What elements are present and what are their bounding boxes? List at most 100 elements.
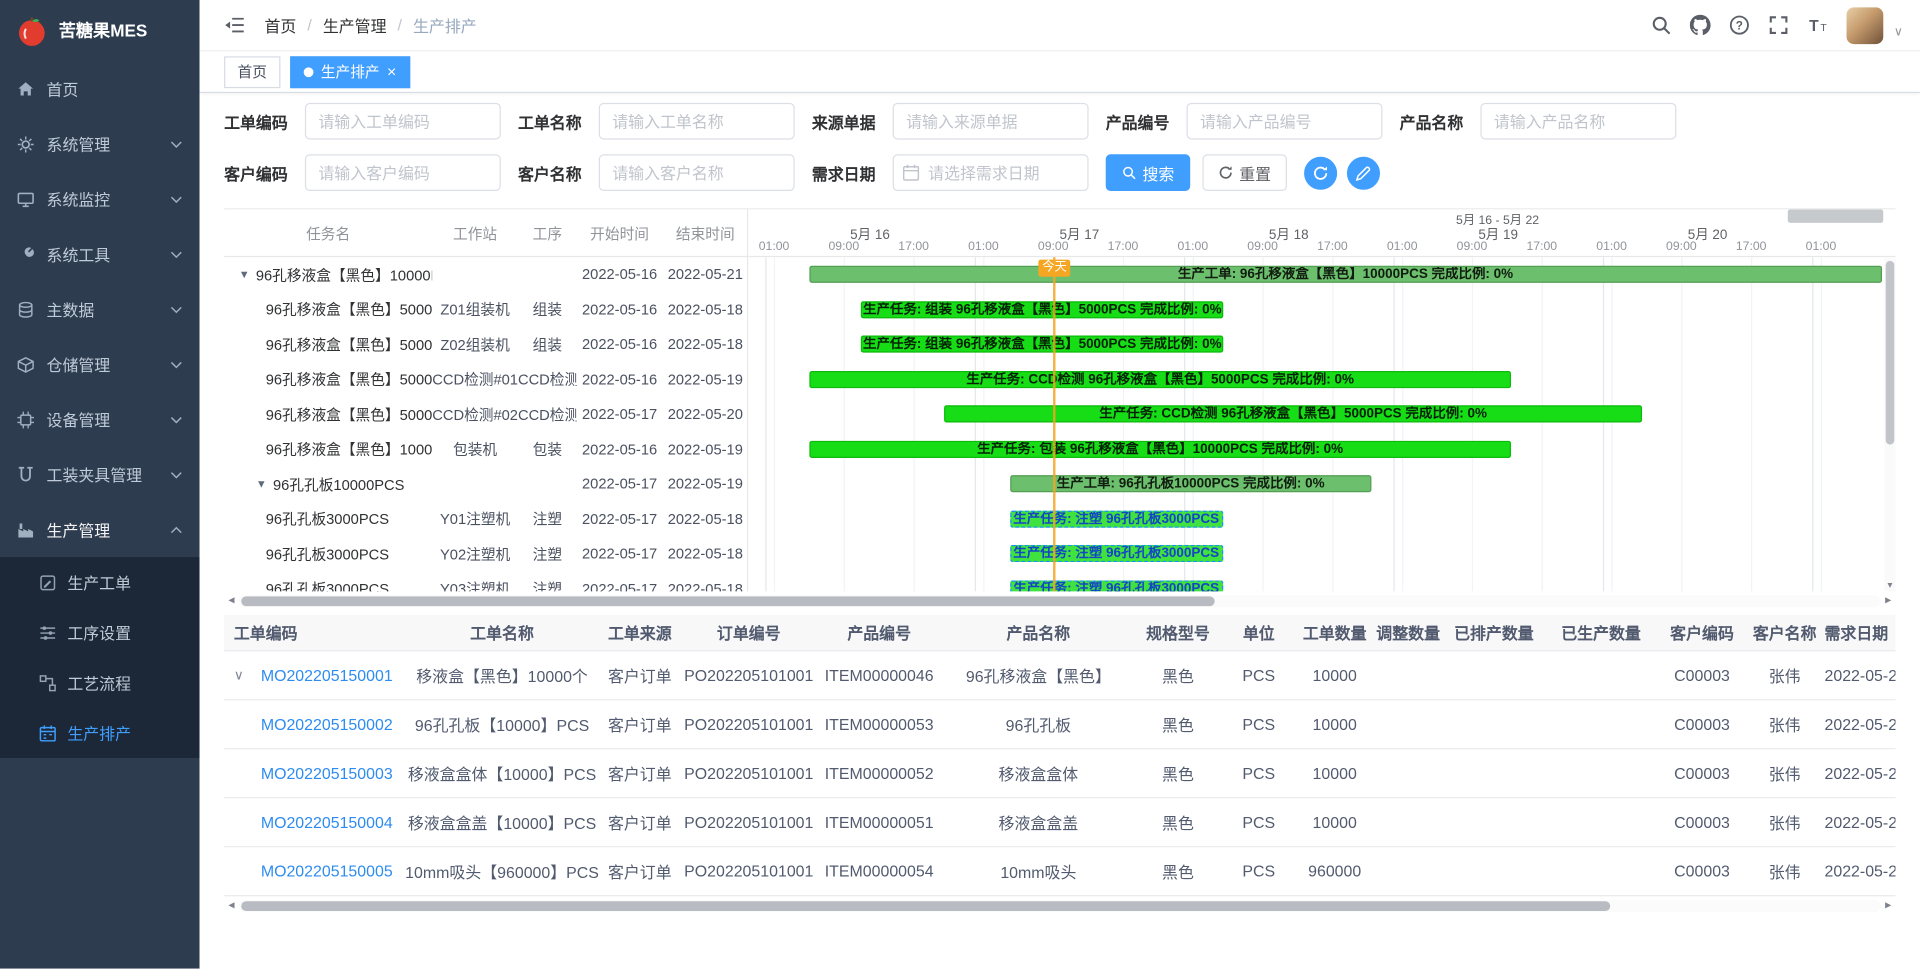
order-cell-source: 客户订单 bbox=[600, 811, 680, 834]
gantt-chart: 任务名工作站工序开始时间结束时间 ▼96孔移液盒【黑色】10000PCS2022… bbox=[224, 208, 1895, 591]
gantt-task-row[interactable]: ▼96孔移液盒【黑色】10000PCS2022-05-162022-05-21 bbox=[224, 257, 747, 292]
tab-首页[interactable]: 首页 bbox=[224, 56, 280, 88]
edit-schedule-button[interactable] bbox=[1347, 156, 1380, 189]
gantt-task-row[interactable]: 96孔移液盒【黑色】5000PCSCCD检测#02CCD检测2022-05-17… bbox=[224, 397, 747, 432]
tab-close-icon[interactable]: × bbox=[387, 64, 396, 80]
reset-button[interactable]: 重置 bbox=[1202, 154, 1287, 191]
gantt-header-scrollbar[interactable] bbox=[1788, 209, 1884, 222]
task-process: 组装 bbox=[518, 299, 577, 320]
sidebar-item-系统管理[interactable]: 系统管理 bbox=[0, 116, 200, 171]
gantt-task-row[interactable]: 96孔移液盒【黑色】5000PCSCCD检测#01CCD检测2022-05-16… bbox=[224, 362, 747, 397]
customer-name-input[interactable] bbox=[599, 154, 795, 191]
sidebar-subitem-工序设置[interactable]: 工序设置 bbox=[0, 607, 200, 657]
orders-table-header: 工单编码工单名称工单来源订单编号产品编号产品名称规格型号单位工单数量调整数量已排… bbox=[224, 615, 1895, 652]
sidebar-subitem-工艺流程[interactable]: 工艺流程 bbox=[0, 658, 200, 708]
tree-expand-icon[interactable]: ▼ bbox=[256, 478, 267, 490]
search-icon[interactable] bbox=[1650, 15, 1671, 36]
gantt-bar[interactable]: 生产任务: CCD检测 96孔移液盒【黑色】5000PCS 完成比例: 0% bbox=[809, 370, 1511, 387]
breadcrumb-item[interactable]: 生产管理 bbox=[323, 13, 387, 36]
scrollbar-thumb[interactable] bbox=[1886, 261, 1895, 445]
orders-horizontal-scrollbar[interactable]: ◂ ▸ bbox=[224, 898, 1895, 914]
sidebar-item-生产管理[interactable]: 生产管理 bbox=[0, 502, 200, 557]
order-code-link[interactable]: MO202205150003 bbox=[261, 764, 393, 782]
avatar-caret-icon[interactable]: ∨ bbox=[1894, 25, 1903, 43]
fullscreen-icon[interactable] bbox=[1768, 15, 1789, 36]
sidebar-item-首页[interactable]: 首页 bbox=[0, 61, 200, 116]
order-row[interactable]: MO20220515000510mm吸头【960000】PCS客户订单PO202… bbox=[224, 847, 1895, 896]
sidebar-item-主数据[interactable]: 主数据 bbox=[0, 282, 200, 337]
order-code-link[interactable]: MO202205150005 bbox=[261, 862, 393, 880]
order-row[interactable]: ∨MO202205150001移液盒【黑色】10000个客户订单PO202205… bbox=[224, 651, 1895, 700]
order-row[interactable]: MO202205150003移液盒盒体【10000】PCS客户订单PO20220… bbox=[224, 749, 1895, 798]
gantt-bar[interactable]: 生产工单: 96孔孔板10000PCS 完成比例: 0% bbox=[1010, 475, 1372, 492]
caret-up-icon bbox=[170, 526, 182, 533]
production-icon bbox=[17, 521, 34, 538]
scrollbar-thumb[interactable] bbox=[241, 596, 1214, 606]
column-header-产品编号: 产品编号 bbox=[818, 621, 940, 644]
scroll-left-icon[interactable]: ◂ bbox=[224, 593, 239, 608]
gantt-task-row[interactable]: 96孔孔板3000PCSY02注塑机注塑2022-05-172022-05-18 bbox=[224, 536, 747, 571]
filter-label: 客户编码 bbox=[224, 161, 293, 184]
avatar[interactable] bbox=[1846, 7, 1883, 44]
scroll-left-icon[interactable]: ◂ bbox=[224, 898, 239, 913]
gantt-task-row[interactable]: 96孔孔板3000PCSY01注塑机注塑2022-05-172022-05-18 bbox=[224, 501, 747, 536]
task-name: 96孔移液盒【黑色】10000PCS bbox=[266, 439, 433, 460]
gantt-horizontal-scrollbar[interactable]: ◂ ▸ bbox=[224, 593, 1895, 609]
scrollbar-thumb[interactable] bbox=[241, 901, 1610, 911]
scrollbar-track[interactable] bbox=[239, 899, 1881, 911]
logo[interactable]: 苦糖果MES bbox=[0, 0, 200, 61]
customer-code-input[interactable] bbox=[305, 154, 501, 191]
sidebar-subitem-label: 工艺流程 bbox=[67, 671, 131, 694]
scroll-down-icon[interactable]: ▾ bbox=[1884, 579, 1895, 591]
font-size-icon[interactable]: TT bbox=[1807, 15, 1828, 36]
order-row[interactable]: MO20220515000296孔孔板【10000】PCS客户订单PO20220… bbox=[224, 700, 1895, 749]
gantt-task-row[interactable]: 96孔移液盒【黑色】5000PCSZ02组装机组装2022-05-162022-… bbox=[224, 327, 747, 362]
sidebar-item-仓储管理[interactable]: 仓储管理 bbox=[0, 337, 200, 392]
gantt-bar[interactable]: 生产任务: 注塑 96孔孔板3000PCS 完成比例: 0% bbox=[1010, 580, 1224, 592]
search-button[interactable]: 搜索 bbox=[1106, 154, 1191, 191]
scroll-right-icon[interactable]: ▸ bbox=[1881, 593, 1896, 608]
expand-caret-icon[interactable]: ∨ bbox=[234, 667, 261, 683]
refresh-schedule-button[interactable] bbox=[1304, 156, 1337, 189]
hamburger-icon[interactable] bbox=[224, 15, 245, 36]
scroll-right-icon[interactable]: ▸ bbox=[1881, 898, 1896, 913]
tab-生产排产[interactable]: 生产排产× bbox=[290, 56, 410, 88]
help-icon[interactable]: ? bbox=[1729, 15, 1750, 36]
gantt-bar[interactable]: 生产工单: 96孔移液盒【黑色】10000PCS 完成比例: 0% bbox=[809, 266, 1882, 283]
github-icon[interactable] bbox=[1689, 15, 1710, 36]
product-name-input[interactable] bbox=[1480, 103, 1676, 140]
order-cell-demand_date: 2022-05-20 bbox=[1824, 715, 1895, 733]
order-code-link[interactable]: MO202205150004 bbox=[261, 813, 393, 831]
gantt-bar[interactable]: 生产任务: 包装 96孔移液盒【黑色】10000PCS 完成比例: 0% bbox=[809, 440, 1511, 457]
sidebar-item-工装夹具管理[interactable]: 工装夹具管理 bbox=[0, 447, 200, 502]
source-doc-input[interactable] bbox=[893, 103, 1089, 140]
hour-gridline bbox=[1263, 257, 1264, 591]
demand-date-input[interactable] bbox=[893, 154, 1089, 191]
sidebar-subitem-生产工单[interactable]: 生产工单 bbox=[0, 557, 200, 607]
order-code-link[interactable]: MO202205150002 bbox=[261, 715, 393, 733]
product-code-input[interactable] bbox=[1187, 103, 1383, 140]
breadcrumb-item[interactable]: 首页 bbox=[264, 13, 296, 36]
tree-expand-icon[interactable]: ▼ bbox=[239, 268, 250, 280]
order-row[interactable]: MO202205150004移液盒盒盖【10000】PCS客户订单PO20220… bbox=[224, 798, 1895, 847]
gantt-bar[interactable]: 生产任务: CCD检测 96孔移液盒【黑色】5000PCS 完成比例: 0% bbox=[944, 405, 1642, 422]
sidebar-item-设备管理[interactable]: 设备管理 bbox=[0, 392, 200, 447]
gantt-bar[interactable]: 生产任务: 组装 96孔移液盒【黑色】5000PCS 完成比例: 0% bbox=[861, 336, 1223, 353]
gantt-vertical-scrollbar[interactable]: ▾ bbox=[1884, 258, 1895, 591]
order-code-link[interactable]: MO202205150001 bbox=[261, 666, 393, 684]
gantt-task-row[interactable]: ▼96孔孔板10000PCS2022-05-172022-05-19 bbox=[224, 467, 747, 502]
sidebar-item-系统监控[interactable]: 系统监控 bbox=[0, 171, 200, 226]
scrollbar-track[interactable] bbox=[239, 594, 1881, 606]
gantt-bar[interactable]: 生产任务: 注塑 96孔孔板3000PCS 完成比例: 0% bbox=[1010, 510, 1224, 527]
sidebar-item-label: 主数据 bbox=[47, 298, 95, 321]
work-order-code-input[interactable] bbox=[305, 103, 501, 140]
gantt-task-row[interactable]: 96孔孔板3000PCSY03注塑机注塑2022-05-172022-05-18 bbox=[224, 571, 747, 591]
sidebar-item-系统工具[interactable]: 系统工具 bbox=[0, 227, 200, 282]
work-order-name-input[interactable] bbox=[599, 103, 795, 140]
gantt-task-row[interactable]: 96孔移液盒【黑色】10000PCS包装机包装2022-05-162022-05… bbox=[224, 432, 747, 467]
gantt-bar[interactable]: 生产任务: 组装 96孔移液盒【黑色】5000PCS 完成比例: 0% bbox=[861, 301, 1223, 318]
sidebar-subitem-生产排产[interactable]: 生产排产 bbox=[0, 708, 200, 758]
order-cell-customer_name: 张伟 bbox=[1745, 762, 1825, 785]
gantt-task-row[interactable]: 96孔移液盒【黑色】5000PCSZ01组装机组装2022-05-162022-… bbox=[224, 292, 747, 327]
gantt-bar[interactable]: 生产任务: 注塑 96孔孔板3000PCS 完成比例: 0% bbox=[1010, 545, 1224, 562]
